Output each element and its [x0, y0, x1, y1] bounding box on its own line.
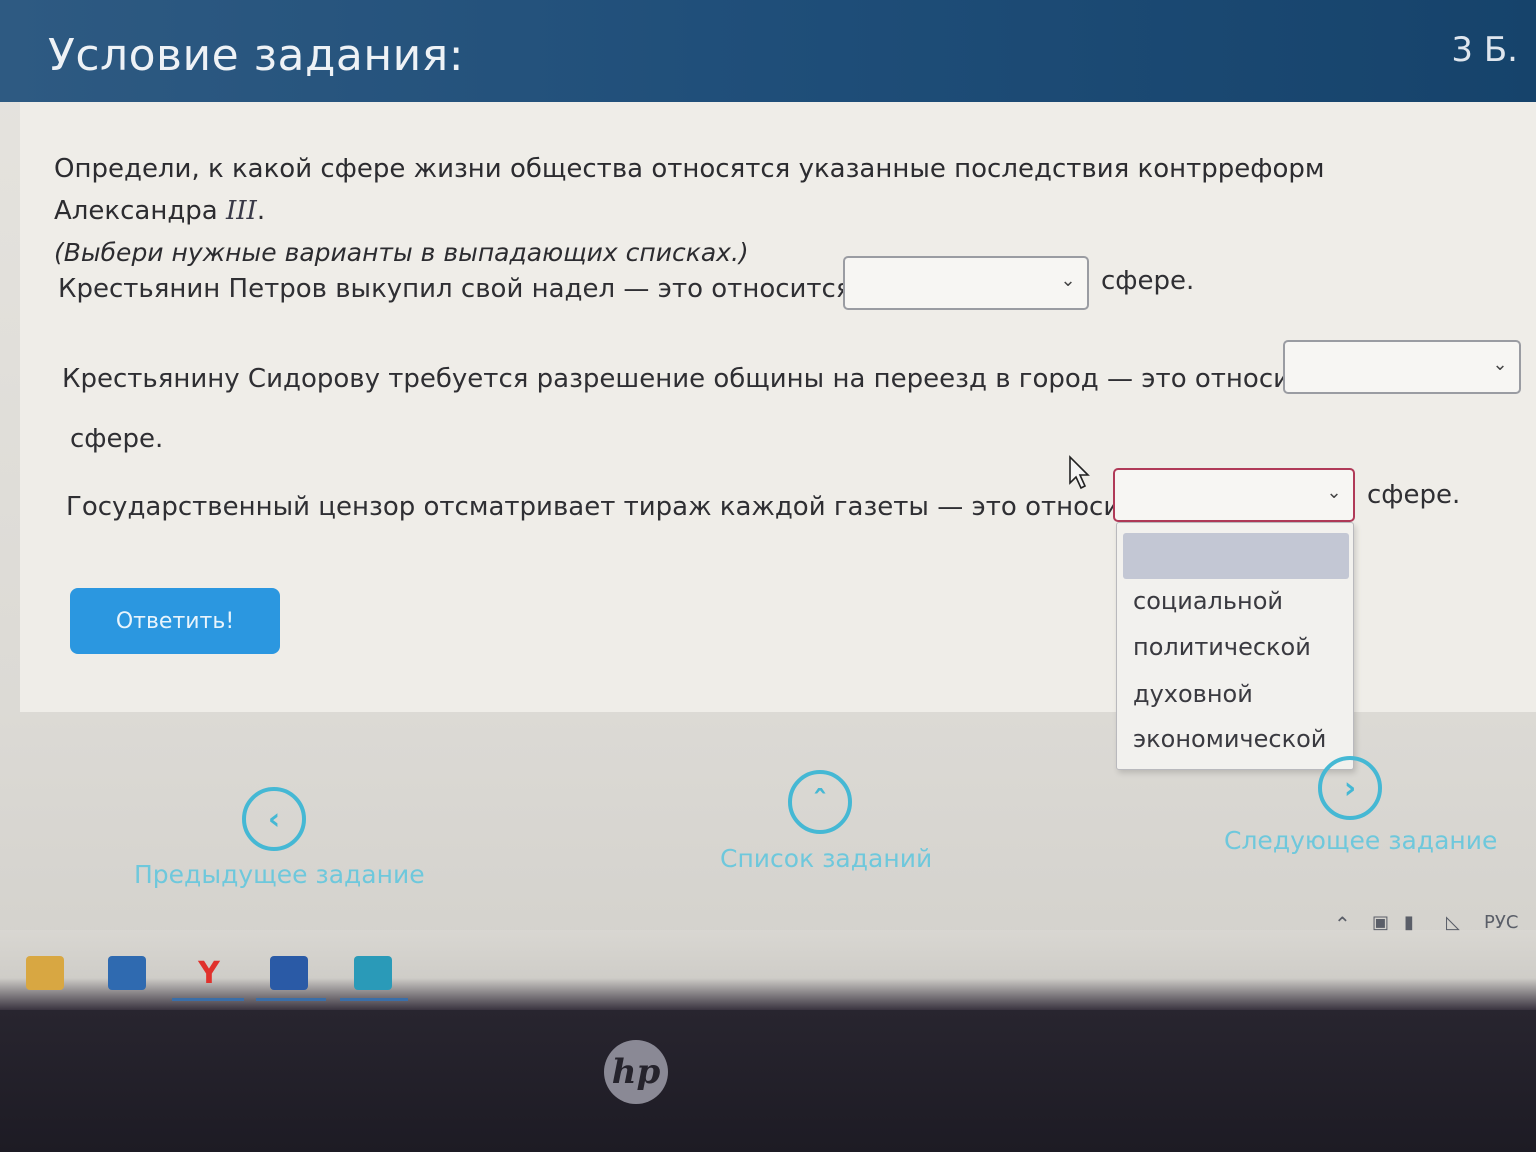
instruction-period: . — [256, 196, 266, 226]
laptop-bezel — [0, 1010, 1536, 1152]
question-3-suffix: сфере. — [1367, 480, 1461, 510]
meet-now-icon[interactable]: ▣ — [1372, 912, 1389, 933]
outlook-icon[interactable] — [108, 956, 146, 990]
question-3-dropdown-list: социальной политической духовной экономи… — [1116, 522, 1354, 770]
instruction-hint: (Выбери нужные варианты в выпадающих спи… — [54, 238, 749, 267]
prev-task-link[interactable]: Предыдущее задание — [134, 860, 425, 889]
instruction-roman-numeral: III — [226, 196, 257, 226]
task-instruction: Определи, к какой сфере жизни общества о… — [54, 148, 1494, 274]
task-list-link[interactable]: Список заданий — [720, 844, 932, 873]
chevron-down-icon: ⌄ — [1060, 270, 1076, 291]
word-icon[interactable] — [270, 956, 308, 990]
screen: Условие задания: 3 Б. Определи, к какой … — [0, 0, 1536, 1010]
taskbar-active-indicator — [256, 998, 326, 1001]
yandex-browser-icon[interactable]: Y — [190, 956, 228, 991]
answer-button[interactable]: Ответить! — [70, 588, 280, 654]
chevron-right-icon[interactable]: › — [1318, 756, 1382, 820]
chevron-down-icon: ⌄ — [1492, 354, 1508, 375]
dropdown-option-empty[interactable] — [1123, 533, 1349, 579]
taskbar-active-indicator — [172, 998, 244, 1001]
question-2-suffix: сфере. — [70, 424, 164, 454]
task-header: Условие задания: 3 Б. — [0, 0, 1536, 102]
dropdown-option-political[interactable]: политической — [1133, 633, 1311, 661]
question-1-select[interactable]: ⌄ — [843, 256, 1089, 310]
file-explorer-icon[interactable] — [26, 956, 64, 990]
dropdown-option-spiritual[interactable]: духовной — [1133, 680, 1253, 708]
question-3-text: Государственный цензор отсматривает тира… — [66, 492, 1190, 522]
app-cube-icon[interactable] — [354, 956, 392, 990]
wifi-icon[interactable]: ◺ — [1446, 912, 1460, 933]
hp-logo: hp — [604, 1040, 668, 1104]
chevron-up-icon[interactable]: ˆ — [788, 770, 852, 834]
question-1-suffix: сфере. — [1101, 266, 1195, 296]
question-2-select[interactable]: ⌄ — [1283, 340, 1521, 394]
taskbar-active-indicator — [340, 998, 408, 1001]
dropdown-option-social[interactable]: социальной — [1133, 587, 1283, 615]
question-2-text: Крестьянину Сидорову требуется разрешени… — [62, 364, 1360, 394]
chevron-left-icon[interactable]: ‹ — [242, 787, 306, 851]
mouse-cursor-icon — [1069, 455, 1090, 490]
tray-expand-icon[interactable]: ⌃ — [1334, 912, 1351, 936]
language-indicator[interactable]: РУС — [1484, 912, 1518, 933]
question-1-text: Крестьянин Петров выкупил свой надел — э… — [58, 274, 876, 304]
question-3-select[interactable]: ⌄ — [1113, 468, 1355, 522]
chevron-down-icon: ⌄ — [1326, 482, 1342, 503]
task-points: 3 Б. — [1451, 30, 1518, 70]
next-task-link[interactable]: Следующее задание — [1224, 826, 1497, 855]
dropdown-option-economic[interactable]: экономической — [1133, 725, 1326, 753]
task-title: Условие задания: — [48, 30, 465, 81]
battery-icon[interactable]: ▮ — [1404, 912, 1414, 933]
